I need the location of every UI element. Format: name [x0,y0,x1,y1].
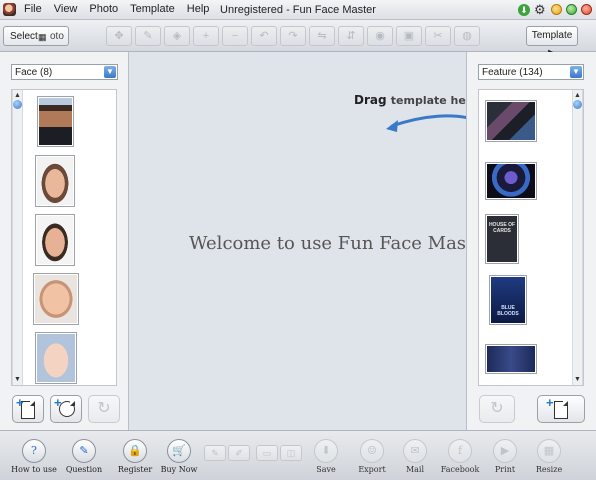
remove-face-button[interactable]: ↻ [88,395,120,423]
face-thumbnail[interactable] [35,214,75,266]
document-icon [554,401,568,419]
blue-bloods-text: BLUE BLOODS [497,305,519,317]
chevron-down-icon: ▼ [570,66,582,78]
undo-icon[interactable]: ↶ [251,26,277,46]
edit-icon: ✎ [72,439,96,463]
work-canvas[interactable]: Drag template here Welcome to use Fun Fa… [129,52,466,430]
feature-dropdown[interactable]: Feature (134) ▼ [478,64,584,80]
drag-hint-bold: Drag [354,93,387,107]
save-icon: ⬇ [314,439,338,463]
face-dropdown-value: Face (8) [15,67,53,78]
add-face-button[interactable]: + [12,395,44,423]
resize-icon: ▦ [537,439,561,463]
eraser-icon[interactable]: ◈ [164,26,190,46]
drag-arrow-icon [386,114,466,132]
feature-list: ▲ ▼ HOUSE OF CARDS BLUE BLOODS [478,89,584,386]
face-thumbnail[interactable] [35,332,77,384]
title-bar: File View Photo Template Help Unregister… [0,0,596,20]
gear-icon[interactable]: ⚙ [534,3,547,16]
flip-horizontal-icon[interactable]: ⇋ [309,26,335,46]
drop-icon[interactable]: ◍ [454,26,480,46]
export-icon: ☺ [360,439,384,463]
resize-button[interactable]: ▦ Resize [521,439,577,474]
scroll-down-icon[interactable]: ▼ [13,375,22,384]
feature-thumbnail[interactable] [485,100,537,142]
welcome-text: Welcome to use Fun Face Master [189,233,466,254]
redo-icon[interactable]: ↷ [280,26,306,46]
plus-icon: + [16,395,24,410]
wand-icon[interactable]: ✎ [204,445,226,461]
how-to-use-button[interactable]: ? How to use [6,439,62,474]
toolbar: Select ▦ oto ✥ ✎ ◈ + − ↶ ↷ ⇋ ⇵ ◉ ▣ ✂ ◍ T… [0,20,596,59]
select-label: Select [10,31,38,42]
template-button[interactable]: Template ▶ [526,26,578,59]
plus-icon: + [546,395,554,410]
face-dropdown[interactable]: Face (8) ▼ [11,64,118,80]
minimize-button[interactable] [551,4,562,15]
single-view-icon[interactable]: ▭ [256,445,278,461]
mail-icon: ✉ [403,439,427,463]
print-icon: ▶ [493,439,517,463]
remove-feature-button[interactable]: ↻ [479,395,515,423]
face-thumbnail[interactable] [35,155,75,207]
face-scrollbar[interactable]: ▲ ▼ [12,90,23,385]
feature-scrollbar[interactable]: ▲ ▼ [572,90,583,385]
close-button[interactable] [581,4,592,15]
pencil-icon[interactable]: ✐ [228,445,250,461]
question-icon: ? [22,439,46,463]
scroll-thumb[interactable] [573,100,582,109]
eye-icon[interactable]: ◉ [367,26,393,46]
layers-icon[interactable]: ▣ [396,26,422,46]
face-thumbnail[interactable] [37,96,74,147]
view-mini-tools: ▭ ◫ [256,445,302,461]
maximize-button[interactable] [566,4,577,15]
cart-icon: 🛒 [167,439,191,463]
select-suffix: oto [50,31,64,42]
swirl-icon: ↻ [97,400,111,417]
grid-icon: ▦ [38,32,47,42]
feature-thumbnail[interactable] [485,344,537,374]
plus-icon: + [54,395,62,410]
select-photo-button[interactable]: Select ▦ oto [3,26,69,46]
face-panel: Face (8) ▼ ▲ ▼ + + ↻ [0,52,129,430]
scissors-icon[interactable]: ✂ [425,26,451,46]
chevron-down-icon: ▼ [104,66,116,78]
scroll-down-icon[interactable]: ▼ [573,375,582,384]
face-thumbnail[interactable] [33,273,79,325]
drag-hint-rest: template here [390,94,466,107]
house-of-cards-text: HOUSE OF CARDS [488,222,516,234]
edit-mini-tools: ✎ ✐ [204,445,250,461]
lock-icon: 🔒 [123,439,147,463]
window-title: Unregistered - Fun Face Master [220,4,376,16]
download-icon[interactable]: ⬇ [518,3,530,16]
scroll-thumb[interactable] [13,100,22,109]
add-face-from-camera-button[interactable]: + [50,395,82,423]
buy-now-label: Buy Now [160,465,198,474]
face-list: ▲ ▼ [11,89,117,386]
facebook-icon: f [448,439,472,463]
edit-tools: ✥ ✎ ◈ + − ↶ ↷ ⇋ ⇵ ◉ ▣ ✂ ◍ [106,26,480,46]
scroll-up-icon[interactable]: ▲ [573,91,582,100]
add-feature-button[interactable]: + [537,395,585,423]
brush-icon[interactable]: ✎ [135,26,161,46]
zoom-out-icon[interactable]: − [222,26,248,46]
how-to-use-label: How to use [11,465,57,474]
scroll-up-icon[interactable]: ▲ [13,91,22,100]
resize-label: Resize [535,465,563,474]
feature-dropdown-value: Feature (134) [482,67,543,78]
flip-vertical-icon[interactable]: ⇵ [338,26,364,46]
buy-now-button[interactable]: 🛒 Buy Now [151,439,207,474]
feature-thumbnail[interactable] [485,162,537,200]
question-button[interactable]: ✎ Question [56,439,112,474]
feature-thumbnail[interactable]: BLUE BLOODS [489,275,527,325]
drag-hint: Drag template here [354,93,466,107]
feature-thumbnail[interactable]: HOUSE OF CARDS [485,214,519,264]
zoom-in-icon[interactable]: + [193,26,219,46]
move-icon[interactable]: ✥ [106,26,132,46]
swirl-icon: ↻ [490,400,504,417]
question-label: Question [65,465,103,474]
bottom-bar: ? How to use ✎ Question 🔒 Register 🛒 Buy… [0,430,596,480]
feature-panel: Feature (134) ▼ ▲ ▼ HOUSE OF CARDS BLUE … [466,52,596,430]
